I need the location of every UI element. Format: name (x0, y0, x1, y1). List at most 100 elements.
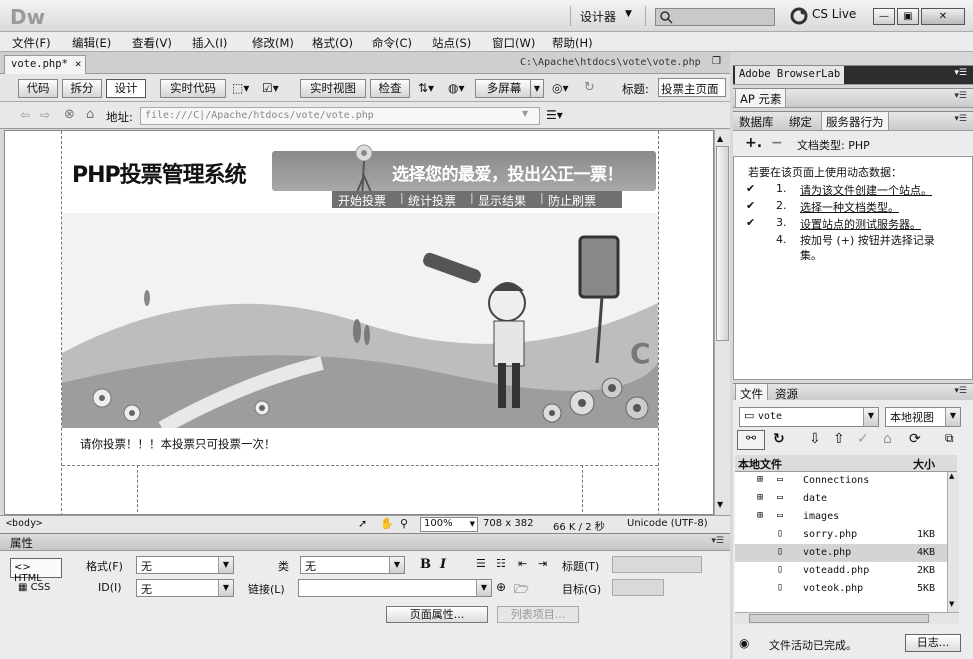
back-arrow-icon[interactable]: ⇦ (20, 108, 30, 122)
synchronize-icon[interactable]: ⟳ (909, 431, 921, 447)
browserlab-header[interactable]: Adobe BrowserLab ▾☰ (733, 65, 973, 85)
put-files-icon[interactable]: ⇧ (833, 431, 845, 447)
design-scrollbar[interactable]: ▲ ▼ (714, 130, 730, 515)
ap-elements-tab[interactable]: AP 元素 (735, 89, 787, 107)
menu-help[interactable]: 帮助(H) (552, 35, 593, 51)
page-properties-button[interactable]: 页面属性... (386, 606, 488, 623)
menu-commands[interactable]: 命令(C) (372, 35, 412, 51)
log-button[interactable]: 日志... (905, 634, 961, 652)
cs-live-button[interactable]: CS Live (812, 7, 856, 21)
bold-button[interactable]: B (420, 557, 431, 572)
scroll-thumb[interactable] (716, 146, 729, 341)
panel-menu-icon[interactable]: ▾☰ (954, 114, 967, 124)
tab-assets[interactable]: 资源 (771, 384, 802, 401)
col-size[interactable]: 大小 (913, 456, 935, 472)
add-behavior-icon[interactable]: +. (745, 135, 762, 151)
expand-icon[interactable]: ⊞ (757, 474, 763, 485)
address-input[interactable]: file:///C|/Apache/htdocs/vote/vote.php (140, 107, 540, 125)
scroll-up-icon[interactable]: ▲ (949, 472, 954, 480)
files-hscrollbar[interactable] (735, 612, 959, 624)
close-button[interactable]: ✕ (921, 8, 965, 25)
menu-insert[interactable]: 插入(I) (192, 35, 227, 51)
design-view[interactable]: PHP投票管理系统 选择您的最爱，投出公正一票！ 开始投票 | 统计投票 | 显… (4, 130, 714, 515)
link-input[interactable]: ▼ (298, 579, 492, 597)
col-local-files[interactable]: 本地文件 (738, 456, 782, 472)
menu-format[interactable]: 格式(O) (312, 35, 353, 51)
search-input[interactable] (655, 8, 775, 26)
browserlab-tab[interactable]: Adobe BrowserLab (735, 66, 845, 84)
css-mode-button[interactable]: ▦ CSS (18, 582, 50, 593)
unordered-list-icon[interactable]: ☰ (476, 557, 486, 570)
panel-menu-icon[interactable]: ▾☰ (954, 91, 967, 101)
title-field-input[interactable] (612, 556, 702, 573)
panel-menu-icon[interactable]: ▾☰ (711, 536, 724, 546)
chevron-down-icon[interactable]: ▼ (530, 79, 544, 98)
remove-behavior-icon[interactable]: − (771, 135, 783, 151)
ordered-list-icon[interactable]: ☷ (496, 557, 506, 570)
format-select[interactable]: 无 ▼ (136, 556, 234, 574)
connect-icon[interactable]: ⚯ (737, 430, 765, 450)
nav-show-result[interactable]: 显示结果 (478, 192, 526, 209)
browser-check-icon[interactable]: ☑▾ (262, 81, 279, 95)
inspect-button[interactable]: 检查 (370, 79, 410, 98)
step-text[interactable]: 设置站点的测试服务器。 (800, 216, 921, 232)
list-item[interactable]: ⊞ ▭ Connections (735, 472, 947, 490)
step-text[interactable]: 请为该文件创建一个站点。 (800, 182, 932, 198)
id-select[interactable]: 无 ▼ (136, 579, 234, 597)
tag-selector[interactable]: <body> (6, 518, 42, 529)
folder-icon[interactable]: 🗁 (514, 580, 529, 601)
nav-start-vote[interactable]: 开始投票 (338, 192, 386, 209)
file-transfer-icon[interactable]: ⇅▾ (418, 81, 434, 95)
code-view-button[interactable]: 代码 (18, 79, 58, 98)
zoom-icon[interactable]: ⚲ (400, 517, 408, 530)
workspace-switcher[interactable]: 设计器 (580, 8, 616, 25)
get-files-icon[interactable]: ⇩ (809, 431, 821, 447)
outdent-icon[interactable]: ⇤ (518, 557, 527, 570)
tab-bindings[interactable]: 绑定 (785, 112, 816, 130)
properties-header[interactable]: 属性 ▾☰ (0, 533, 730, 551)
split-view-button[interactable]: 拆分 (62, 79, 102, 98)
scroll-down-icon[interactable]: ▼ (949, 600, 954, 608)
refresh-icon[interactable]: ↻ (773, 431, 785, 447)
menu-view[interactable]: 查看(V) (132, 35, 172, 51)
page-title-input[interactable]: 投票主页面 (658, 78, 726, 97)
point-to-file-icon[interactable]: ⊕ (496, 580, 506, 594)
refresh-icon[interactable]: ↻ (584, 80, 595, 95)
indent-icon[interactable]: ⇥ (538, 557, 547, 570)
files-vscrollbar[interactable]: ▲ ▼ (947, 472, 959, 612)
italic-button[interactable]: I (440, 557, 446, 572)
restore-icon[interactable]: ❐ (712, 56, 721, 67)
design-view-button[interactable]: 设计 (106, 79, 146, 98)
scroll-thumb[interactable] (749, 614, 929, 623)
list-item[interactable]: ▯ voteadd.php 2KB (735, 562, 947, 580)
chevron-down-icon[interactable]: ▼ (625, 9, 632, 19)
panel-menu-icon[interactable]: ▾☰ (954, 68, 967, 78)
stop-icon[interactable]: ⊗ (64, 107, 75, 122)
inspect-mode-icon[interactable]: ⬚▾ (232, 81, 249, 95)
close-icon[interactable]: ✕ (75, 58, 81, 70)
forward-arrow-icon[interactable]: ⇨ (40, 108, 50, 122)
scroll-up-icon[interactable]: ▲ (717, 134, 723, 143)
list-item[interactable]: ▯ vote.php 4KB (735, 544, 947, 562)
zoom-select[interactable]: 100% ▼ (420, 517, 478, 532)
list-item[interactable]: ⊞ ▭ date (735, 490, 947, 508)
check-out-icon[interactable]: ✓ (857, 431, 869, 447)
site-select[interactable]: ▭ vote ▼ (739, 407, 879, 427)
nav-count-vote[interactable]: 统计投票 (408, 192, 456, 209)
page-canvas[interactable]: PHP投票管理系统 选择您的最爱，投出公正一票！ 开始投票 | 统计投票 | 显… (61, 131, 659, 514)
menu-window[interactable]: 窗口(W) (492, 35, 535, 51)
hand-icon[interactable]: ✋ (380, 517, 394, 530)
options-menu-icon[interactable]: ☰▾ (546, 108, 563, 122)
panel-menu-icon[interactable]: ▾☰ (954, 386, 967, 396)
list-item[interactable]: ▯ voteok.php 5KB (735, 580, 947, 598)
expand-icon[interactable]: ⊞ (757, 492, 763, 503)
nav-prevent-fraud[interactable]: 防止刷票 (548, 192, 596, 209)
menu-modify[interactable]: 修改(M) (252, 35, 294, 51)
cs-live-icon[interactable] (790, 7, 808, 25)
scroll-down-icon[interactable]: ▼ (717, 500, 723, 509)
tab-server-behaviors[interactable]: 服务器行为 (821, 112, 889, 130)
visual-aids-icon[interactable]: ◎▾ (552, 81, 569, 95)
chevron-down-icon[interactable]: ▼ (522, 109, 528, 118)
target-select[interactable] (612, 579, 664, 596)
home-icon[interactable]: ⌂ (86, 107, 94, 122)
